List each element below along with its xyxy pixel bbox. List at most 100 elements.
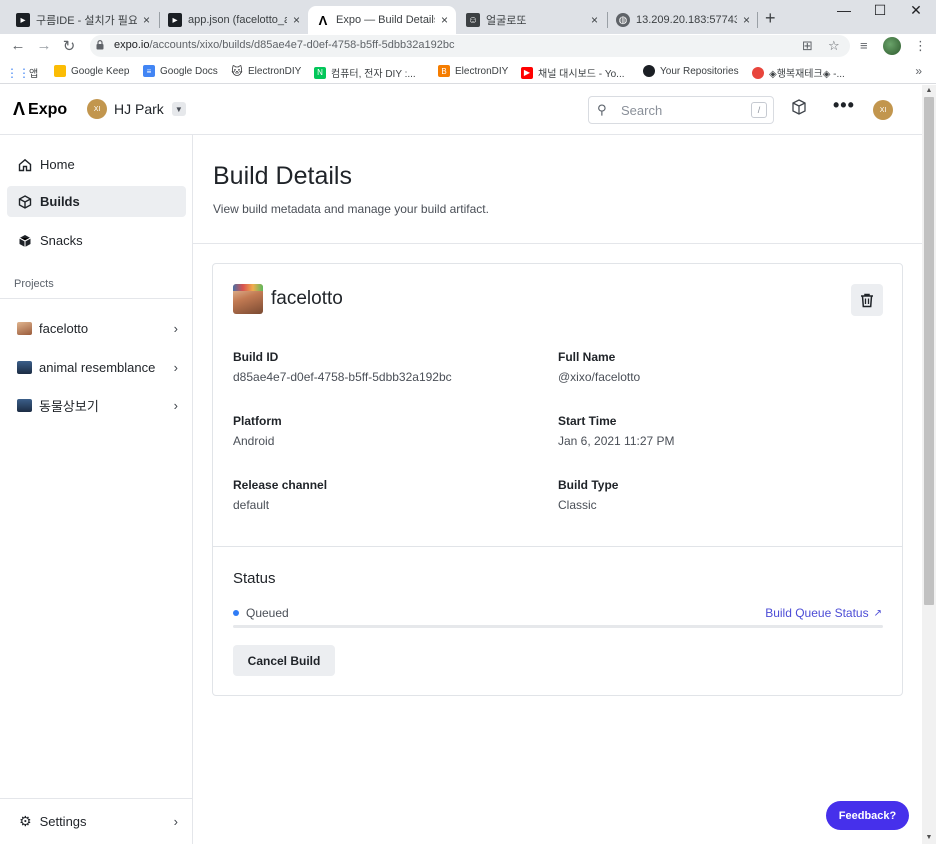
search-shortcut-key: / <box>751 102 767 118</box>
divider <box>193 243 922 244</box>
maximize-button[interactable]: ☐ <box>862 2 898 19</box>
build-queue-status-link[interactable]: Build Queue Status ↗ <box>765 606 882 620</box>
platform-field: Platform Android <box>233 414 282 448</box>
bookmark-item[interactable]: Google Keep <box>54 65 129 77</box>
minimize-button[interactable]: — <box>826 2 862 18</box>
new-tab-button[interactable]: + <box>765 8 776 29</box>
forward-icon[interactable]: → <box>34 37 54 54</box>
field-label: Build ID <box>233 350 279 364</box>
bookmarks-more-icon[interactable]: » <box>915 64 922 78</box>
bookmark-label: ElectronDIY <box>455 65 509 77</box>
sidebar-item-project[interactable]: 동물상보기 › <box>7 390 186 421</box>
sidebar-item-label: Home <box>40 157 75 172</box>
back-icon[interactable]: ← <box>8 37 28 54</box>
sidebar-item-snacks[interactable]: Snacks <box>7 225 186 256</box>
tab-close-icon[interactable]: × <box>743 13 750 27</box>
page-scrollbar[interactable]: ▲ ▼ <box>922 85 936 844</box>
tab-separator <box>757 12 758 28</box>
browser-tab-active[interactable]: Λ Expo — Build Details × <box>308 6 456 34</box>
field-value: d85ae4e7-d0ef-4758-b5ff-5dbb32a192bc <box>233 370 452 384</box>
sidebar-item-project[interactable]: facelotto › <box>7 313 186 344</box>
tab-title: Expo — Build Details <box>336 14 435 26</box>
url-text: expo.io/accounts/xixo/builds/d85ae4e7-d0… <box>114 39 455 51</box>
scrollbar-thumb[interactable] <box>924 97 934 605</box>
translate-icon[interactable]: ⊞ <box>802 38 813 54</box>
browser-tab[interactable]: ▸ 구름IDE - 설치가 필요 × <box>8 6 158 34</box>
browser-tab[interactable]: ◍ 13.209.20.183:57743 × <box>608 6 758 34</box>
sidebar-item-label: Snacks <box>40 233 83 248</box>
user-menu[interactable]: XI <box>873 100 893 120</box>
expo-logo[interactable]: Λ Expo <box>13 99 67 120</box>
terminal-icon: ▸ <box>16 13 30 27</box>
build-card: facelotto Build ID d85ae4e7-d0ef-4758-b5… <box>212 263 903 696</box>
address-bar[interactable]: expo.io/accounts/xixo/builds/d85ae4e7-d0… <box>90 35 850 57</box>
sidebar-item-settings[interactable]: ⚙ Settings › <box>7 806 186 836</box>
status-dot-icon <box>233 610 239 616</box>
bookmark-label: ElectronDIY <box>248 65 302 77</box>
sidebar-item-home[interactable]: Home <box>7 149 186 180</box>
browser-tab[interactable]: ☺ 얼굴로또 × <box>458 6 606 34</box>
star-icon[interactable]: ☆ <box>828 38 840 54</box>
bookmark-item[interactable]: ⋮⋮ 앱 <box>6 65 39 81</box>
cat-icon: 🐱︎ <box>231 65 243 78</box>
avatar: XI <box>873 100 893 120</box>
bookmark-item[interactable]: ◈행복재테크◈ -... <box>752 65 845 80</box>
account-name: HJ Park <box>114 101 164 117</box>
trash-icon <box>861 293 873 307</box>
chevron-down-icon[interactable]: ▼ <box>171 102 186 116</box>
divider <box>213 546 902 547</box>
apps-grid-icon: ⋮⋮ <box>6 65 30 80</box>
bookmark-item[interactable]: N 컴퓨터, 전자 DIY :... <box>314 65 416 80</box>
build-id-field: Build ID d85ae4e7-d0ef-4758-b5ff-5dbb32a… <box>233 350 452 384</box>
bookmarks-bar: ⋮⋮ 앱 Google Keep ≡ Google Docs 🐱︎ Electr… <box>0 60 936 84</box>
reading-list-icon[interactable]: ≡ <box>860 38 868 53</box>
delete-build-button[interactable] <box>851 284 883 316</box>
sidebar-item-builds[interactable]: Builds <box>7 186 186 217</box>
tab-close-icon[interactable]: × <box>441 13 448 27</box>
field-value: @xixo/facelotto <box>558 370 641 384</box>
tab-close-icon[interactable]: × <box>143 13 150 27</box>
tab-title: app.json (facelotto_ap <box>188 14 287 26</box>
sidebar-item-project[interactable]: animal resemblance › <box>7 352 186 383</box>
bookmark-label: ◈행복재테크◈ -... <box>769 69 845 80</box>
app-name: facelotto <box>271 288 343 309</box>
bookmark-item[interactable]: 🐱︎ ElectronDIY <box>231 65 302 78</box>
blogger-icon: B <box>438 65 450 77</box>
browser-profile-avatar[interactable] <box>883 37 901 55</box>
bookmark-label: Google Keep <box>71 65 130 77</box>
browser-tab[interactable]: ▸ app.json (facelotto_ap × <box>160 6 308 34</box>
bookmark-item[interactable]: ≡ Google Docs <box>143 65 218 77</box>
bookmark-item[interactable]: ▶ 채널 대시보드 - Yo... <box>521 65 625 80</box>
search-icon: ⚲ <box>597 102 607 117</box>
tab-close-icon[interactable]: × <box>293 13 300 27</box>
bookmark-label: 앱 <box>29 69 39 80</box>
project-label: animal resemblance <box>39 360 156 375</box>
build-type-field: Build Type Classic <box>558 478 618 512</box>
snack-icon[interactable] <box>791 99 807 120</box>
tab-close-icon[interactable]: × <box>591 13 598 27</box>
project-label: facelotto <box>39 321 89 336</box>
more-options-icon[interactable]: ••• <box>833 95 855 116</box>
browser-menu-icon[interactable]: ⋮ <box>914 38 927 54</box>
field-label: Build Type <box>558 478 619 492</box>
bookmark-item[interactable]: Your Repositories <box>643 65 739 77</box>
search-input[interactable]: ⚲ Search / <box>588 96 774 124</box>
feedback-button[interactable]: Feedback? <box>826 801 909 830</box>
divider <box>0 798 193 799</box>
window-close-button[interactable]: ✕ <box>898 2 934 19</box>
reload-icon[interactable]: ↻ <box>59 37 79 55</box>
browser-toolbar: ← → ↻ expo.io/accounts/xixo/builds/d85ae… <box>0 34 936 60</box>
scroll-up-icon[interactable]: ▲ <box>922 85 936 97</box>
link-text: Build Queue Status <box>765 606 869 620</box>
face-scan-icon: ☺ <box>466 13 480 27</box>
project-thumbnail <box>17 322 32 335</box>
expo-icon: Λ <box>318 12 328 28</box>
bookmark-label: Your Repositories <box>660 65 739 77</box>
build-progress-bar <box>233 625 883 628</box>
globe-icon: ◍ <box>616 13 630 27</box>
account-switcher[interactable]: XI HJ Park ▼ <box>87 99 186 119</box>
cancel-build-button[interactable]: Cancel Build <box>233 645 335 676</box>
docs-icon: ≡ <box>143 65 155 77</box>
scroll-down-icon[interactable]: ▼ <box>922 832 936 844</box>
bookmark-item[interactable]: B ElectronDIY <box>438 65 508 77</box>
